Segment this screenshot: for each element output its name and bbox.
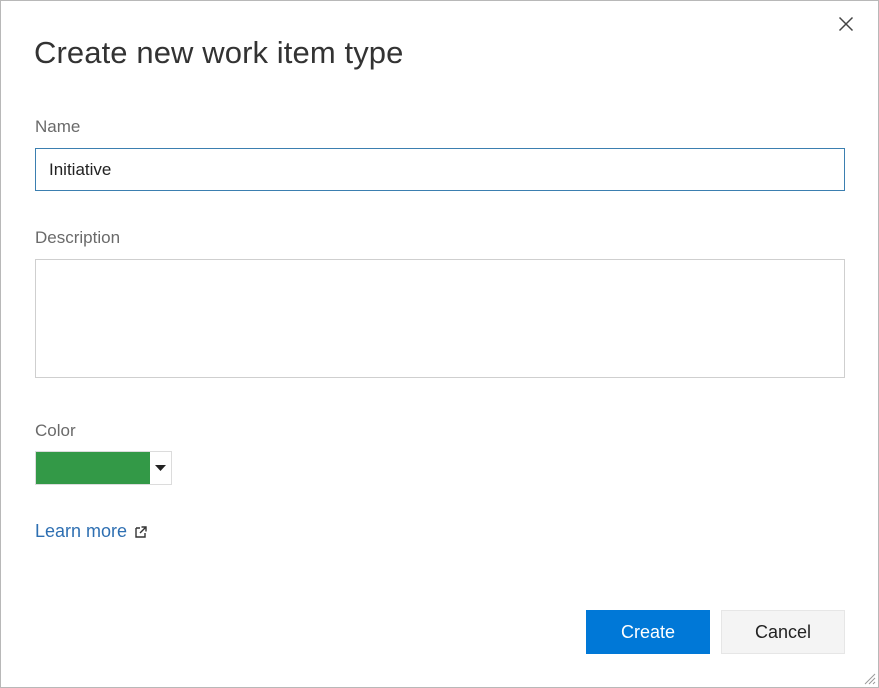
close-button[interactable]: [835, 13, 857, 35]
learn-more-link[interactable]: Learn more: [35, 521, 147, 542]
cancel-button[interactable]: Cancel: [721, 610, 845, 654]
resize-grip-icon[interactable]: [862, 671, 876, 685]
create-button[interactable]: Create: [586, 610, 710, 654]
color-dropdown-toggle[interactable]: [150, 452, 171, 484]
caret-down-icon: [155, 464, 166, 471]
description-label: Description: [35, 228, 121, 247]
color-swatch[interactable]: [36, 452, 150, 484]
external-link-icon: [135, 525, 147, 538]
create-work-item-type-dialog: Create new work item type Name Descripti…: [0, 0, 879, 688]
name-label: Name: [35, 117, 81, 136]
description-input[interactable]: [35, 259, 845, 378]
name-input[interactable]: [35, 148, 845, 191]
close-icon: [838, 16, 854, 32]
dialog-title: Create new work item type: [34, 35, 404, 70]
color-label: Color: [35, 421, 76, 440]
learn-more-label: Learn more: [35, 521, 128, 541]
color-picker[interactable]: [35, 451, 172, 485]
